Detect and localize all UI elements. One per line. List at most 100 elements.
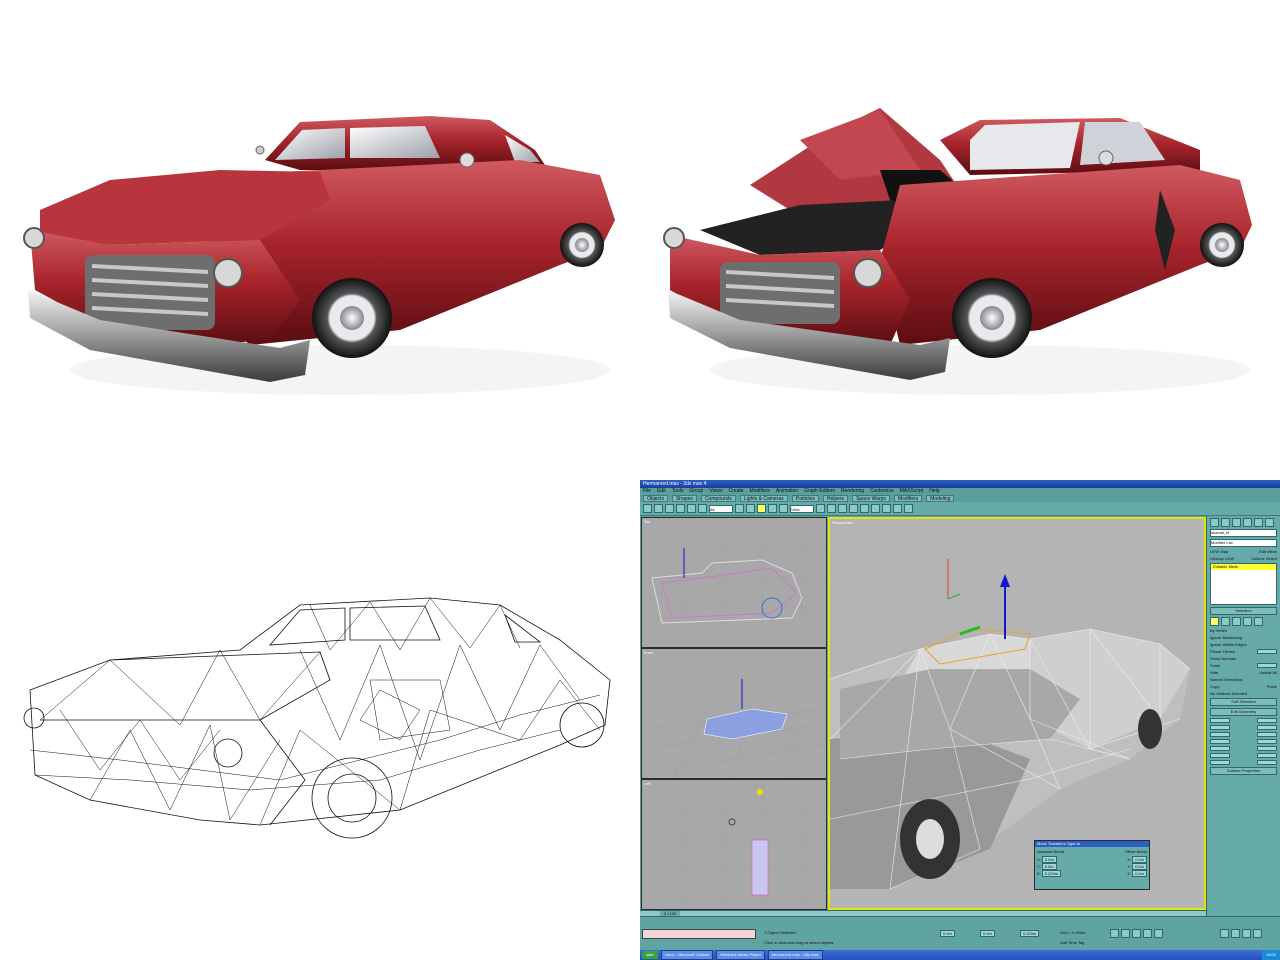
hide-button[interactable]: Hide [1210, 670, 1218, 675]
modify-tab-icon[interactable] [1221, 518, 1230, 527]
viewport-top[interactable]: Top [641, 517, 827, 648]
weld-button[interactable] [1210, 753, 1230, 758]
taskbar-item-media-player[interactable]: Windows Media Player [716, 950, 765, 960]
menu-file[interactable]: File [643, 488, 651, 495]
off-y-field[interactable]: 0.0m [1132, 863, 1147, 870]
hierarchy-tab-icon[interactable] [1232, 518, 1241, 527]
target-button[interactable] [1257, 753, 1277, 758]
scale-row[interactable]: Scale [1210, 663, 1277, 668]
planar-thresh-spinner[interactable] [1257, 649, 1277, 654]
rollout-selection[interactable]: Selection [1210, 607, 1277, 615]
rollout-soft-selection[interactable]: Soft Selection [1210, 698, 1277, 706]
previous-frame-icon[interactable] [1121, 929, 1130, 938]
unlink-icon[interactable] [676, 504, 685, 513]
by-vertex-row[interactable]: By Vertex [1210, 628, 1277, 633]
modifier-list-dropdown[interactable]: Modifier List [1210, 539, 1277, 547]
move-icon[interactable] [757, 504, 766, 513]
bind-icon[interactable] [687, 504, 696, 513]
utilities-tab-icon[interactable] [1265, 518, 1274, 527]
go-to-end-icon[interactable] [1154, 929, 1163, 938]
coord-z-field[interactable]: 0.229m [1020, 930, 1040, 937]
link-icon[interactable] [665, 504, 674, 513]
render-scene-icon[interactable] [893, 504, 902, 513]
paste-button[interactable]: Paste [1267, 684, 1277, 689]
coord-x-field[interactable]: 0.0m [940, 930, 955, 937]
tab-compounds[interactable]: Compounds [700, 495, 736, 502]
detach-button[interactable] [1257, 725, 1277, 730]
axis-y-icon[interactable] [838, 504, 847, 513]
motion-tab-icon[interactable] [1243, 518, 1252, 527]
zoom-icon[interactable] [1220, 929, 1229, 938]
tab-particles[interactable]: Particles [791, 495, 819, 502]
tab-lights-cameras[interactable]: Lights & Cameras [739, 495, 788, 502]
vertex-icon[interactable] [1210, 617, 1219, 626]
unhide-all-button[interactable]: Unhide All [1259, 670, 1277, 675]
axis-x-icon[interactable] [827, 504, 836, 513]
axis-z-icon[interactable] [849, 504, 858, 513]
menu-tools[interactable]: Tools [672, 488, 684, 495]
add-time-tag[interactable]: Add Time Tag [1060, 940, 1084, 945]
viewport-front[interactable]: Front [641, 648, 827, 779]
tab-space-warps[interactable]: Space Warps [852, 495, 890, 502]
ignore-backfacing-row[interactable]: Ignore Backfacing [1210, 635, 1277, 640]
pan-icon[interactable] [1242, 929, 1251, 938]
display-tab-icon[interactable] [1254, 518, 1263, 527]
menu-rendering[interactable]: Rendering [841, 488, 864, 495]
tab-helpers[interactable]: Helpers [822, 495, 849, 502]
turn-button[interactable] [1257, 732, 1277, 737]
menu-views[interactable]: Views [709, 488, 722, 495]
select-icon[interactable] [698, 504, 707, 513]
edit-mesh-button[interactable]: Edit Mesh [1259, 549, 1277, 554]
material-editor-icon[interactable] [882, 504, 891, 513]
rotate-icon[interactable] [768, 504, 777, 513]
tab-shapes[interactable]: Shapes [671, 495, 697, 502]
play-icon[interactable] [1132, 929, 1141, 938]
abs-y-field[interactable]: 0.0m [1041, 863, 1057, 870]
rect-select-icon[interactable] [746, 504, 755, 513]
ignore-visible-edges-row[interactable]: Ignore Visible Edges [1210, 642, 1277, 647]
scale-icon[interactable] [779, 504, 788, 513]
uvw-map-button[interactable]: UVW Map [1210, 549, 1228, 554]
menu-maxscript[interactable]: MAXScript [900, 488, 924, 495]
modifier-stack[interactable]: Editable Mesh [1210, 563, 1277, 605]
attach-button[interactable] [1210, 725, 1230, 730]
taskbar-item-outlook[interactable]: Inbox - Microsoft Outlook [660, 950, 714, 960]
element-icon[interactable] [1254, 617, 1263, 626]
next-frame-icon[interactable] [1143, 929, 1152, 938]
coord-y-field[interactable]: 0.0m [980, 930, 995, 937]
rollout-surface-properties[interactable]: Surface Properties [1210, 767, 1277, 775]
menu-group[interactable]: Group [689, 488, 703, 495]
reference-coord-dropdown[interactable]: View [790, 504, 814, 513]
off-x-field[interactable]: 0.0m [1132, 856, 1147, 863]
selection-filter-dropdown[interactable]: All [709, 504, 733, 513]
tab-modeling[interactable]: Modeling [926, 495, 955, 502]
taskbar-item-3dsmax[interactable]: hermanred.max - 3ds max [767, 950, 823, 960]
off-z-field[interactable]: 0.0m [1132, 870, 1147, 877]
volume-select-button[interactable]: Volume Select [1251, 556, 1277, 561]
extrude-button[interactable] [1210, 739, 1230, 744]
tab-objects[interactable]: Objects [643, 495, 668, 502]
viewport-left[interactable]: Left [641, 779, 827, 910]
copy-button[interactable]: Copy [1210, 684, 1219, 689]
menu-modifiers[interactable]: Modifiers [750, 488, 770, 495]
face-icon[interactable] [1232, 617, 1241, 626]
abs-x-field[interactable]: 0.0m [1041, 856, 1057, 863]
select-by-name-icon[interactable] [735, 504, 744, 513]
maxscript-listener-box[interactable] [642, 929, 756, 939]
menu-create[interactable]: Create [729, 488, 744, 495]
object-name-field[interactable]: shamal_hi [1210, 529, 1277, 537]
stack-item-editable-mesh[interactable]: Editable Mesh [1211, 564, 1276, 570]
slice-button[interactable] [1257, 746, 1277, 751]
menu-animation[interactable]: Animation [776, 488, 798, 495]
zoom-all-icon[interactable] [1231, 929, 1240, 938]
explode-button[interactable] [1257, 760, 1277, 765]
menu-edit[interactable]: Edit [657, 488, 666, 495]
menu-help[interactable]: Help [929, 488, 939, 495]
rollout-edit-geometry[interactable]: Edit Geometry [1210, 708, 1277, 716]
edge-icon[interactable] [1221, 617, 1230, 626]
scale-spinner[interactable] [1257, 663, 1277, 668]
quick-render-icon[interactable] [904, 504, 913, 513]
start-button[interactable]: start [642, 951, 658, 959]
orbit-icon[interactable] [1253, 929, 1262, 938]
menu-customize[interactable]: Customize [870, 488, 894, 495]
